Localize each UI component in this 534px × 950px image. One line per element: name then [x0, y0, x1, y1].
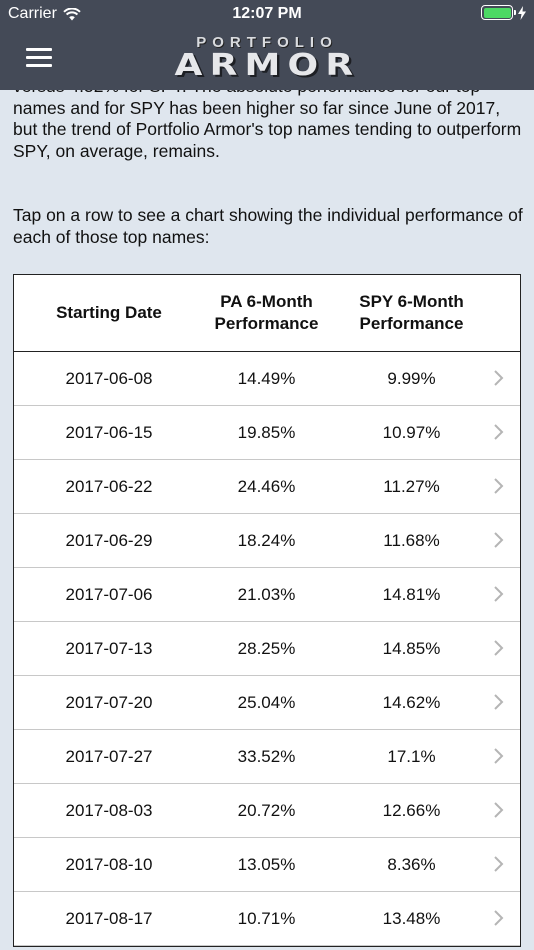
cell-spy-performance: 13.48% [382, 908, 441, 928]
chevron-right-icon [494, 532, 504, 548]
cell-pa-performance: 10.71% [237, 908, 296, 928]
table-row[interactable]: 2017-08-10 13.05% 8.36% [14, 838, 520, 892]
chevron-right-icon [494, 802, 504, 818]
cell-starting-date: 2017-07-27 [65, 746, 153, 766]
cell-pa-performance: 24.46% [237, 476, 296, 496]
cell-spy-performance: 11.68% [383, 530, 440, 550]
battery-icon [481, 5, 516, 20]
status-right [481, 5, 526, 20]
cell-spy-performance: 14.85% [382, 638, 441, 658]
chevron-right-icon [494, 478, 504, 494]
chevron-right-icon [494, 748, 504, 764]
table-row[interactable]: 2017-06-15 19.85% 10.97% [14, 406, 520, 460]
cell-pa-performance: 33.52% [237, 746, 296, 766]
instruction-paragraph: Tap on a row to see a chart showing the … [13, 205, 523, 247]
table-row[interactable]: 2017-08-17 10.71% 13.48% [14, 892, 520, 946]
table-row[interactable]: 2017-07-20 25.04% 14.62% [14, 676, 520, 730]
performance-table: Starting Date PA 6-Month Performance SPY… [13, 274, 521, 947]
charging-bolt-icon [518, 5, 526, 20]
cell-pa-performance: 19.85% [237, 422, 296, 442]
table-row[interactable]: 2017-07-13 28.25% 14.85% [14, 622, 520, 676]
cell-starting-date: 2017-06-08 [65, 368, 153, 388]
table-row[interactable]: 2017-07-06 21.03% 14.81% [14, 568, 520, 622]
status-time: 12:07 PM [232, 5, 302, 22]
table-row[interactable]: 2017-06-08 14.49% 9.99% [14, 352, 520, 406]
cell-pa-performance: 21.03% [237, 584, 296, 604]
cell-starting-date: 2017-08-10 [65, 854, 153, 874]
table-row[interactable]: 2017-08-03 20.72% 12.66% [14, 784, 520, 838]
chevron-right-icon [494, 640, 504, 656]
cell-starting-date: 2017-08-17 [65, 908, 153, 928]
cell-spy-performance: 17.1% [387, 746, 436, 766]
cell-pa-performance: 25.04% [237, 692, 296, 712]
chevron-right-icon [494, 424, 504, 440]
cell-spy-performance: 10.97% [382, 422, 441, 442]
header-starting-date: Starting Date [56, 303, 162, 322]
logo-line-armor: ARMOR [174, 48, 360, 83]
chevron-right-icon [494, 586, 504, 602]
nav-bar: PORTFOLIO ARMOR [0, 28, 534, 90]
table-row[interactable]: 2017-07-27 33.52% 17.1% [14, 730, 520, 784]
table-row[interactable]: 2017-06-22 24.46% 11.27% [14, 460, 520, 514]
chevron-right-icon [494, 856, 504, 872]
table-row[interactable]: 2017-06-29 18.24% 11.68% [14, 514, 520, 568]
cell-pa-performance: 14.49% [237, 368, 296, 388]
intro-paragraph: versus 4.52% for SPY. The absolute perfo… [13, 90, 522, 161]
cell-spy-performance: 11.27% [383, 476, 440, 496]
cell-starting-date: 2017-06-15 [65, 422, 153, 442]
chevron-right-icon [494, 910, 504, 926]
cell-spy-performance: 9.99% [387, 368, 436, 388]
cell-pa-performance: 13.05% [237, 854, 296, 874]
cell-starting-date: 2017-07-13 [65, 638, 153, 658]
header-spy-performance: SPY 6-Month Performance [359, 292, 464, 333]
chevron-right-icon [494, 370, 504, 386]
chevron-right-icon [494, 694, 504, 710]
cell-spy-performance: 14.62% [382, 692, 441, 712]
cell-spy-performance: 8.36% [387, 854, 436, 874]
cell-starting-date: 2017-06-29 [65, 530, 153, 550]
cell-pa-performance: 20.72% [237, 800, 296, 820]
cell-spy-performance: 12.66% [382, 800, 441, 820]
cell-pa-performance: 28.25% [237, 638, 296, 658]
main-content[interactable]: versus 4.52% for SPY. The absolute perfo… [0, 90, 534, 950]
app-logo: PORTFOLIO ARMOR [0, 34, 534, 81]
cell-spy-performance: 14.81% [382, 584, 441, 604]
cell-starting-date: 2017-07-20 [65, 692, 153, 712]
cell-starting-date: 2017-07-06 [65, 584, 153, 604]
header-pa-performance: PA 6-Month Performance [214, 292, 319, 333]
status-bar: Carrier 12:07 PM [0, 0, 534, 28]
cell-starting-date: 2017-06-22 [65, 476, 153, 496]
cell-pa-performance: 18.24% [237, 530, 296, 550]
table-header: Starting Date PA 6-Month Performance SPY… [14, 275, 520, 352]
cell-starting-date: 2017-08-03 [65, 800, 153, 820]
